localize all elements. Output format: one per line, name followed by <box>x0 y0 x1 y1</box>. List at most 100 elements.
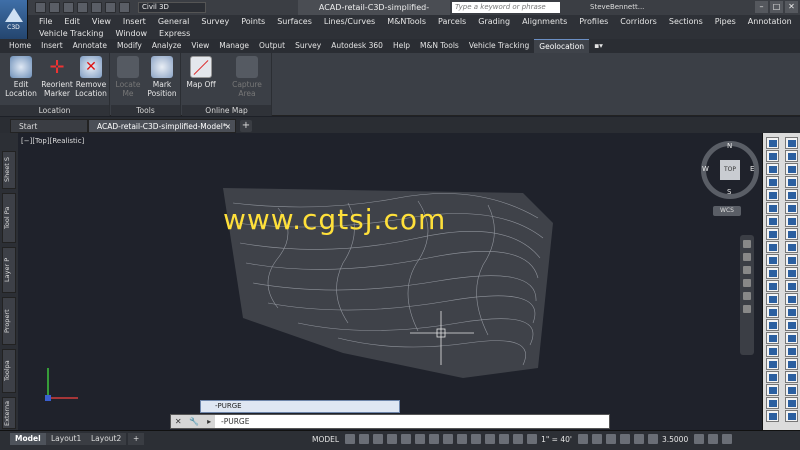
maximize-button[interactable]: □ <box>770 1 783 13</box>
tab-layout2[interactable]: Layout2 <box>86 433 127 445</box>
toolbar-tool-icon[interactable] <box>785 358 798 370</box>
wcs-menu[interactable]: WCS <box>713 206 741 216</box>
toolbar-tool-icon[interactable] <box>785 215 798 227</box>
annotation-visibility-icon[interactable] <box>513 434 524 444</box>
open-icon[interactable] <box>49 2 60 13</box>
menu-item-lines-curves[interactable]: Lines/Curves <box>318 16 381 27</box>
ribbon-tab-analyze[interactable]: Analyze <box>147 39 187 53</box>
ribbon-minimize-icon[interactable]: ▪▾ <box>589 39 608 53</box>
toolbar-tool-icon[interactable] <box>785 241 798 253</box>
toolbar-tool-icon[interactable] <box>766 332 779 344</box>
menu-item-window[interactable]: Window <box>109 28 153 39</box>
toolbar-tool-icon[interactable] <box>785 163 798 175</box>
plot-icon[interactable] <box>91 2 102 13</box>
workspace-switch-icon[interactable] <box>577 434 588 444</box>
zoom-icon[interactable] <box>743 266 751 274</box>
ortho-icon[interactable] <box>373 434 384 444</box>
showmotion-icon[interactable] <box>743 292 751 300</box>
toolbar-tool-icon[interactable] <box>766 176 779 188</box>
redo-icon[interactable] <box>119 2 130 13</box>
palette-tab-properties[interactable]: Propert <box>2 297 16 345</box>
toolbar-tool-icon[interactable] <box>785 332 798 344</box>
toolbar-tool-icon[interactable] <box>785 397 798 409</box>
save-icon[interactable] <box>63 2 74 13</box>
toolbar-tool-icon[interactable] <box>766 345 779 357</box>
toolbar-tool-icon[interactable] <box>766 358 779 370</box>
ribbon-tab-m-n-tools[interactable]: M&N Tools <box>415 39 464 53</box>
edit-location-button[interactable]: Edit Location <box>4 56 38 98</box>
auto-scale-icon[interactable] <box>527 434 538 444</box>
toolbar-tool-icon[interactable] <box>785 384 798 396</box>
toolbar-tool-icon[interactable] <box>766 267 779 279</box>
toolbar-tool-icon[interactable] <box>766 254 779 266</box>
tab-active-drawing[interactable]: ACAD-retail-C3D-simplified-Model* × <box>88 119 236 133</box>
lock-ui-icon[interactable] <box>633 434 644 444</box>
menu-item-view[interactable]: View <box>86 16 117 27</box>
toolbar-tool-icon[interactable] <box>766 163 779 175</box>
toolbar-tool-icon[interactable] <box>766 202 779 214</box>
menu-item-vehicle-tracking[interactable]: Vehicle Tracking <box>33 28 109 39</box>
elevation-value[interactable]: 3.5000 <box>662 435 688 444</box>
workspace-dropdown[interactable]: Civil 3D <box>138 2 206 13</box>
ribbon-tab-home[interactable]: Home <box>4 39 36 53</box>
toolbar-tool-icon[interactable] <box>766 150 779 162</box>
clean-screen-icon[interactable] <box>708 434 719 444</box>
toolbar-tool-icon[interactable] <box>785 319 798 331</box>
palette-tab-layer[interactable]: Layer P <box>2 247 16 293</box>
locate-me-button[interactable]: Locate Me <box>111 56 145 98</box>
toolbar-tool-icon[interactable] <box>766 306 779 318</box>
isodraft-icon[interactable] <box>401 434 412 444</box>
map-off-button[interactable]: Map Off <box>184 56 218 89</box>
menu-item-annotation[interactable]: Annotation <box>742 16 798 27</box>
drawing-canvas[interactable]: [−][Top][Realistic] www.cgtsj.com TOP N … <box>18 133 762 430</box>
toolbar-tool-icon[interactable] <box>785 150 798 162</box>
ribbon-tab-output[interactable]: Output <box>254 39 290 53</box>
toolbar-tool-icon[interactable] <box>766 293 779 305</box>
mark-position-button[interactable]: Mark Position <box>145 56 179 98</box>
pan-icon[interactable] <box>743 253 751 261</box>
toolbar-tool-icon[interactable] <box>785 345 798 357</box>
object-snap-tracking-icon[interactable] <box>415 434 426 444</box>
add-layout-button[interactable]: + <box>128 433 145 445</box>
steering-wheel-icon[interactable] <box>743 240 751 248</box>
tab-start[interactable]: Start <box>10 119 88 133</box>
customize-command-icon[interactable]: 🔧 <box>189 417 199 426</box>
menu-item-insert[interactable]: Insert <box>117 16 152 27</box>
nav-options-icon[interactable] <box>743 305 751 313</box>
lineweight-icon[interactable] <box>443 434 454 444</box>
orbit-icon[interactable] <box>743 279 751 287</box>
search-input[interactable]: Type a keyword or phrase <box>452 2 560 13</box>
minimize-button[interactable]: – <box>755 1 768 13</box>
menu-item-surfaces[interactable]: Surfaces <box>271 16 318 27</box>
menu-item-edit[interactable]: Edit <box>58 16 86 27</box>
menu-item-survey[interactable]: Survey <box>195 16 235 27</box>
close-button[interactable]: ✕ <box>785 1 798 13</box>
toolbar-tool-icon[interactable] <box>766 189 779 201</box>
units-icon[interactable] <box>605 434 616 444</box>
viewcube-top-face[interactable]: TOP <box>720 160 740 180</box>
toolbar-tool-icon[interactable] <box>766 397 779 409</box>
ribbon-tab-autodesk-360[interactable]: Autodesk 360 <box>326 39 388 53</box>
save-as-icon[interactable] <box>77 2 88 13</box>
ribbon-tab-geolocation[interactable]: Geolocation <box>534 38 590 54</box>
toolbar-tool-icon[interactable] <box>766 137 779 149</box>
user-account[interactable]: SteveBennett... <box>590 0 644 15</box>
command-input[interactable]: -PURGE <box>221 417 249 426</box>
object-snap-icon[interactable] <box>429 434 440 444</box>
palette-tab-sheet-set[interactable]: Sheet S <box>2 151 16 189</box>
menu-item-express[interactable]: Express <box>153 28 196 39</box>
toolbar-tool-icon[interactable] <box>766 319 779 331</box>
toolbar-tool-icon[interactable] <box>785 371 798 383</box>
ribbon-tab-view[interactable]: View <box>186 39 214 53</box>
grid-icon[interactable] <box>345 434 356 444</box>
new-icon[interactable] <box>35 2 46 13</box>
annotation-scale[interactable]: 1" = 40' <box>541 435 572 444</box>
menu-item-general[interactable]: General <box>152 16 196 27</box>
ribbon-tab-modify[interactable]: Modify <box>112 39 147 53</box>
toolbar-tool-icon[interactable] <box>785 306 798 318</box>
palette-tab-tool[interactable]: Tool Pa <box>2 193 16 243</box>
hardware-acceleration-icon[interactable] <box>694 434 705 444</box>
menu-item-parcels[interactable]: Parcels <box>432 16 472 27</box>
transparency-icon[interactable] <box>457 434 468 444</box>
reorient-marker-button[interactable]: ✛ Reorient Marker <box>40 56 74 98</box>
